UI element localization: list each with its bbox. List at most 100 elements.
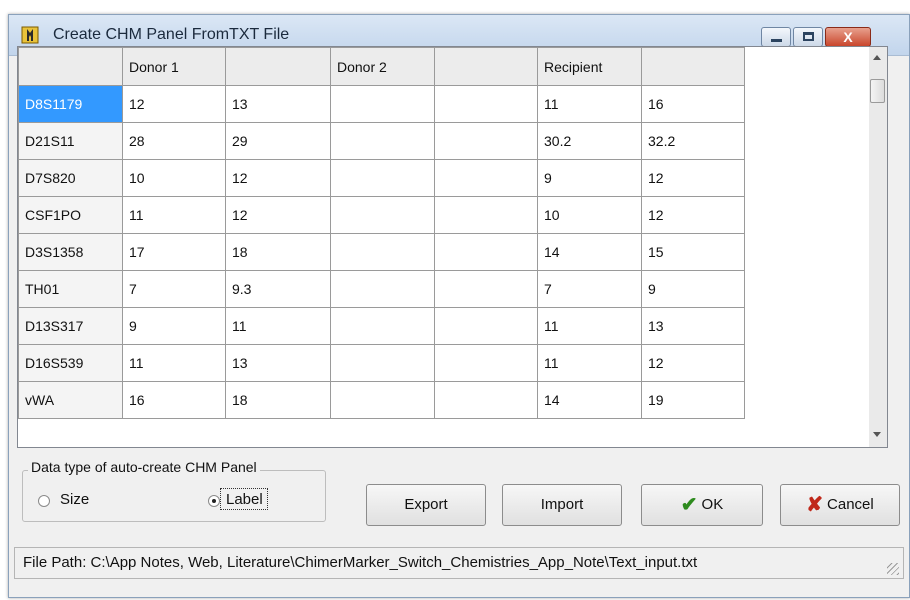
allele-cell[interactable] [330,344,435,382]
table-row: TH01 7 9.3 7 9 [18,270,745,308]
allele-cell[interactable]: 10 [122,159,226,197]
allele-cell[interactable] [330,307,435,345]
table-row: CSF1PO 11 12 10 12 [18,196,745,234]
allele-cell[interactable] [434,381,538,419]
allele-cell[interactable]: 12 [641,344,745,382]
allele-cell[interactable]: 12 [225,159,331,197]
allele-cell[interactable]: 28 [122,122,226,160]
allele-cell[interactable]: 9 [122,307,226,345]
allele-cell[interactable] [434,307,538,345]
allele-cell[interactable]: 15 [641,233,745,271]
column-header[interactable] [225,47,331,86]
allele-cell[interactable]: 16 [641,85,745,123]
minimize-icon [771,39,782,42]
scroll-down-icon[interactable] [873,432,881,437]
close-button[interactable]: X [825,27,871,47]
import-button[interactable]: Import [502,484,622,526]
table-row: D16S539 11 13 11 12 [18,344,745,382]
marker-name-cell[interactable]: D21S11 [18,122,123,160]
allele-cell[interactable] [434,344,538,382]
allele-cell[interactable]: 7 [537,270,642,308]
scroll-up-icon[interactable] [873,55,881,60]
allele-cell[interactable]: 11 [122,344,226,382]
column-header[interactable]: Donor 2 [330,47,435,86]
marker-name-cell[interactable]: D16S539 [18,344,123,382]
allele-cell[interactable]: 11 [225,307,331,345]
table-row: D8S1179 12 13 11 16 [18,85,745,123]
allele-cell[interactable]: 13 [641,307,745,345]
column-header[interactable] [18,47,123,86]
column-header[interactable]: Recipient [537,47,642,86]
radio-label[interactable] [208,495,220,507]
allele-cell[interactable] [434,233,538,271]
allele-cell[interactable]: 14 [537,381,642,419]
allele-cell[interactable]: 13 [225,344,331,382]
allele-cell[interactable] [330,159,435,197]
allele-cell[interactable] [434,159,538,197]
maximize-button[interactable] [793,27,823,47]
table-header-row: Donor 1 Donor 2 Recipient [18,47,745,86]
table-row: D3S1358 17 18 14 15 [18,233,745,271]
allele-cell[interactable]: 18 [225,233,331,271]
allele-cell[interactable]: 12 [122,85,226,123]
allele-cell[interactable] [330,85,435,123]
cancel-button-label: Cancel [827,496,874,513]
allele-cell[interactable]: 11 [122,196,226,234]
allele-cell[interactable]: 12 [641,159,745,197]
table-row: vWA 16 18 14 19 [18,381,745,419]
allele-cell[interactable]: 10 [537,196,642,234]
allele-cell[interactable]: 12 [641,196,745,234]
marker-name-cell[interactable]: D13S317 [18,307,123,345]
allele-cell[interactable] [330,381,435,419]
radio-size[interactable] [38,495,50,507]
marker-name-cell[interactable]: vWA [18,381,123,419]
maximize-icon [803,32,814,41]
allele-cell[interactable] [434,85,538,123]
allele-cell[interactable]: 18 [225,381,331,419]
marker-name-cell[interactable]: D3S1358 [18,233,123,271]
marker-name-cell[interactable]: D8S1179 [18,85,123,123]
allele-cell[interactable]: 9 [641,270,745,308]
allele-cell[interactable] [434,270,538,308]
allele-cell[interactable] [434,122,538,160]
close-icon: X [843,29,853,45]
allele-cell[interactable]: 9.3 [225,270,331,308]
vertical-scrollbar[interactable] [869,46,888,448]
ok-button[interactable]: ✔ OK [641,484,763,526]
radio-label-label[interactable]: Label [226,491,263,508]
allele-cell[interactable] [330,233,435,271]
allele-cell[interactable]: 19 [641,381,745,419]
column-header[interactable] [434,47,538,86]
allele-cell[interactable]: 11 [537,307,642,345]
minimize-button[interactable] [761,27,791,47]
allele-cell[interactable] [330,122,435,160]
resize-grip-icon[interactable] [887,563,899,575]
allele-cell[interactable]: 13 [225,85,331,123]
allele-cell[interactable]: 11 [537,85,642,123]
column-header[interactable] [641,47,745,86]
allele-cell[interactable]: 11 [537,344,642,382]
allele-cell[interactable]: 16 [122,381,226,419]
allele-cell[interactable]: 17 [122,233,226,271]
allele-cell[interactable]: 7 [122,270,226,308]
allele-cell[interactable]: 29 [225,122,331,160]
marker-name-cell[interactable]: CSF1PO [18,196,123,234]
marker-name-cell[interactable]: D7S820 [18,159,123,197]
allele-cell[interactable]: 14 [537,233,642,271]
export-button[interactable]: Export [366,484,486,526]
allele-cell[interactable] [330,196,435,234]
allele-cell[interactable]: 30.2 [537,122,642,160]
marker-name-cell[interactable]: TH01 [18,270,123,308]
column-header[interactable]: Donor 1 [122,47,226,86]
data-grid: Donor 1 Donor 2 Recipient D8S1179 12 13 11 16 D2… [17,46,871,448]
allele-cell[interactable] [330,270,435,308]
radio-size-label[interactable]: Size [60,491,89,508]
export-button-label: Export [404,496,448,513]
scroll-thumb[interactable] [870,79,885,103]
allele-cell[interactable] [434,196,538,234]
allele-cell[interactable]: 32.2 [641,122,745,160]
cancel-button[interactable]: ✘ Cancel [780,484,900,526]
import-button-label: Import [540,496,584,513]
allele-cell[interactable]: 12 [225,196,331,234]
allele-cell[interactable]: 9 [537,159,642,197]
